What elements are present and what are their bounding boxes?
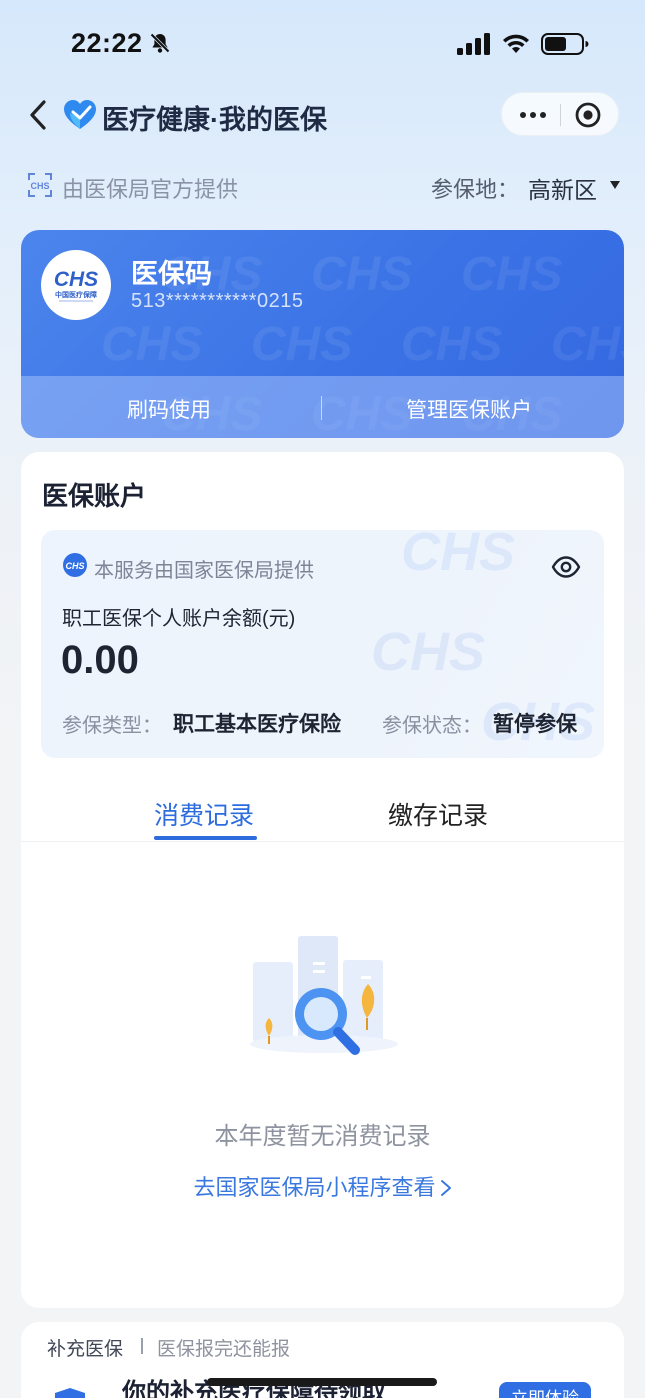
chs-badge-icon: CHS — [63, 553, 87, 577]
region-value[interactable]: 高新区 — [528, 171, 597, 205]
goto-nhsa-miniprogram-link[interactable]: 去国家医保局小程序查看 — [21, 1170, 624, 1202]
tab-deposit-records[interactable]: 缴存记录 — [388, 796, 488, 832]
bell-slash-icon — [150, 33, 170, 53]
active-tab-indicator — [154, 836, 257, 840]
account-title: 医保账户 — [42, 481, 147, 511]
svg-text:CHS: CHS — [401, 530, 515, 582]
svg-text:CHS: CHS — [311, 248, 412, 301]
svg-text:CHS: CHS — [65, 561, 84, 571]
balance-label: 职工医保个人账户余额(元) — [62, 608, 296, 630]
account-panel: 医保账户 CHS CHS CHS CHS 本服务由国家医保局提供 职工医保个人账… — [21, 452, 624, 1308]
insurance-type-value: 职工基本医疗保险 — [173, 713, 341, 736]
tab-consumption-records[interactable]: 消费记录 — [154, 796, 254, 832]
svg-text:CHS: CHS — [551, 318, 624, 371]
caret-down-icon[interactable] — [609, 180, 621, 190]
supplement-subtitle: 医保报完还能报 — [157, 1339, 291, 1360]
chs-logo: CHS 中国医疗保障 — [41, 250, 111, 320]
code-actions: 刷码使用 管理医保账户 — [21, 376, 624, 438]
page-title: 医疗健康·我的医保 — [102, 105, 327, 135]
svg-text:CHS: CHS — [54, 268, 98, 291]
supplement-divider — [141, 1338, 143, 1354]
capsule-divider — [560, 104, 561, 126]
chs-logo-icon: CHS — [28, 173, 52, 197]
service-provider-text: 本服务由国家医保局提供 — [94, 560, 314, 582]
svg-text:CHS: CHS — [461, 248, 562, 301]
region-label: 参保地： — [431, 177, 520, 202]
insurance-code-card[interactable]: CHSCHSCHS CHSCHSCHSCHS CHSCHSCHS CHS 中国医… — [21, 230, 624, 438]
goto-link-label: 去国家医保局小程序查看 — [193, 1175, 436, 1200]
eye-icon[interactable] — [551, 554, 581, 580]
home-indicator — [207, 1378, 437, 1386]
svg-text:CHS: CHS — [30, 181, 49, 191]
supplement-card[interactable]: 补充医保 医保报完还能报 你的补充医疗保障待领取 立即体验 — [21, 1322, 624, 1398]
status-time: 22:22 — [71, 28, 143, 58]
code-title: 医保码 — [131, 259, 212, 289]
svg-text:CHS: CHS — [251, 318, 352, 371]
try-now-button[interactable]: 立即体验 — [499, 1382, 591, 1398]
empty-state-text: 本年度暂无消费记录 — [214, 1123, 431, 1150]
mini-program-capsule — [501, 92, 619, 136]
status-bar: 22:22 — [0, 0, 645, 88]
svg-text:CHS: CHS — [401, 318, 502, 371]
more-dots-icon[interactable] — [518, 105, 548, 125]
heart-logo-icon — [64, 100, 96, 129]
svg-text:CHS: CHS — [371, 622, 485, 682]
nav-bar: 医疗健康·我的医保 — [0, 88, 645, 144]
svg-text:中国医疗保障: 中国医疗保障 — [55, 290, 97, 299]
chs-emblem-icon: CHS 中国医疗保障 — [54, 268, 98, 302]
insurance-type-label: 参保类型： — [62, 715, 162, 737]
supplement-tag: 补充医保 — [47, 1339, 124, 1360]
manage-account-button[interactable]: 管理医保账户 — [406, 394, 532, 424]
balance-card: CHS CHS CHS CHS 本服务由国家医保局提供 职工医保个人账户余额(元… — [41, 530, 604, 758]
signal-icon — [457, 33, 490, 55]
actions-divider — [321, 396, 322, 420]
scan-code-button[interactable]: 刷码使用 — [127, 394, 211, 424]
balance-value: 0.00 — [61, 638, 139, 682]
battery-icon — [541, 33, 589, 55]
chevron-right-icon — [440, 1180, 451, 1196]
shield-icon — [55, 1388, 85, 1398]
record-tabs: 消费记录 缴存记录 — [21, 780, 624, 842]
svg-text:CHS: CHS — [101, 318, 202, 371]
target-icon[interactable] — [573, 101, 603, 129]
insurance-state-label: 参保状态： — [382, 715, 482, 737]
provider-text: 由医保局官方提供 — [62, 177, 239, 202]
insurance-state-value: 暂停参保 — [493, 713, 577, 736]
screen: 22:22 医疗健康·我的医保 CHS 由医保局官方提供 参保地： 高新区 CH… — [0, 0, 645, 1398]
chevron-left-icon[interactable] — [24, 96, 54, 134]
masked-id-number: 513***********0215 — [131, 290, 304, 312]
empty-search-illustration — [250, 936, 398, 1055]
wifi-icon — [503, 34, 529, 53]
provider-row: CHS 由医保局官方提供 参保地： 高新区 — [0, 160, 645, 210]
